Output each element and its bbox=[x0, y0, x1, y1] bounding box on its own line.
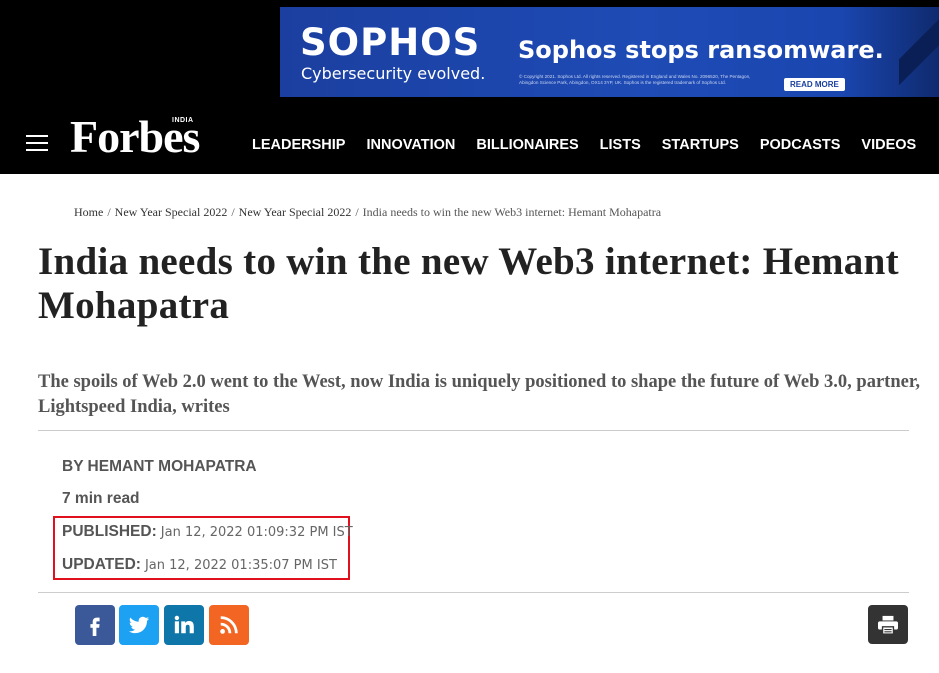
updated-label: UPDATED: bbox=[62, 556, 141, 573]
breadcrumb-separator: / bbox=[107, 205, 111, 219]
site-header: SOPHOS Cybersecurity evolved. Sophos sto… bbox=[0, 0, 939, 174]
ad-read-more-button[interactable]: READ MORE bbox=[784, 78, 845, 91]
main-nav: LEADERSHIP INNOVATION BILLIONAIRES LISTS… bbox=[252, 137, 937, 153]
article-subtitle: The spoils of Web 2.0 went to the West, … bbox=[38, 372, 920, 417]
twitter-share-button[interactable] bbox=[119, 605, 159, 645]
breadcrumb-current: India needs to win the new Web3 internet… bbox=[362, 205, 662, 219]
breadcrumb-home[interactable]: Home bbox=[74, 205, 103, 219]
menu-icon[interactable] bbox=[26, 135, 48, 151]
breadcrumb: Home / New Year Special 2022/New Year Spec… bbox=[74, 205, 661, 220]
print-icon bbox=[878, 615, 898, 635]
rss-share-button[interactable] bbox=[209, 605, 249, 645]
breadcrumb-separator: / bbox=[355, 205, 359, 219]
ad-decoration bbox=[899, 7, 939, 97]
nav-startups[interactable]: STARTUPS bbox=[662, 137, 739, 153]
linkedin-share-button[interactable] bbox=[164, 605, 204, 645]
print-button[interactable] bbox=[868, 605, 908, 644]
published-label: PUBLISHED: bbox=[62, 523, 157, 540]
read-time: 7 min read bbox=[62, 490, 140, 507]
ad-fine-print: © Copyright 2021. Sophos Ltd. All rights… bbox=[519, 74, 751, 85]
nav-leadership[interactable]: LEADERSHIP bbox=[252, 137, 345, 153]
ad-brand-logo: SOPHOS bbox=[300, 21, 481, 64]
nav-videos[interactable]: VIDEOS bbox=[861, 137, 916, 153]
breadcrumb-new-year-special-sub[interactable]: New Year Special 2022 bbox=[239, 205, 352, 219]
nav-lists[interactable]: LISTS bbox=[600, 137, 641, 153]
article-byline[interactable]: BY HEMANT MOHAPATRA bbox=[62, 458, 257, 476]
divider bbox=[38, 592, 909, 593]
rss-icon bbox=[220, 616, 238, 634]
breadcrumb-new-year-special[interactable]: New Year Special 2022 bbox=[115, 205, 228, 219]
updated-value: Jan 12, 2022 01:35:07 PM IST bbox=[144, 558, 337, 573]
nav-podcasts[interactable]: PODCASTS bbox=[760, 137, 841, 153]
ad-headline: Sophos stops ransomware. bbox=[518, 36, 884, 64]
ad-tagline: Cybersecurity evolved. bbox=[301, 64, 486, 83]
sophos-ad-banner[interactable]: SOPHOS Cybersecurity evolved. Sophos sto… bbox=[280, 7, 939, 97]
article-title: India needs to win the new Web3 internet… bbox=[38, 240, 899, 327]
divider bbox=[38, 430, 909, 431]
nav-innovation[interactable]: INNOVATION bbox=[366, 137, 455, 153]
linkedin-icon bbox=[174, 615, 194, 634]
breadcrumb-separator: / bbox=[231, 205, 235, 219]
published-value: Jan 12, 2022 01:09:32 PM IST bbox=[160, 525, 353, 540]
facebook-icon bbox=[90, 617, 100, 636]
twitter-icon bbox=[128, 616, 150, 634]
updated-date: UPDATED: Jan 12, 2022 01:35:07 PM IST bbox=[62, 556, 337, 574]
forbes-edition-label: INDIA bbox=[172, 117, 194, 124]
facebook-share-button[interactable] bbox=[75, 605, 115, 645]
nav-billionaires[interactable]: BILLIONAIRES bbox=[476, 137, 578, 153]
published-date: PUBLISHED: Jan 12, 2022 01:09:32 PM IST bbox=[62, 523, 353, 541]
